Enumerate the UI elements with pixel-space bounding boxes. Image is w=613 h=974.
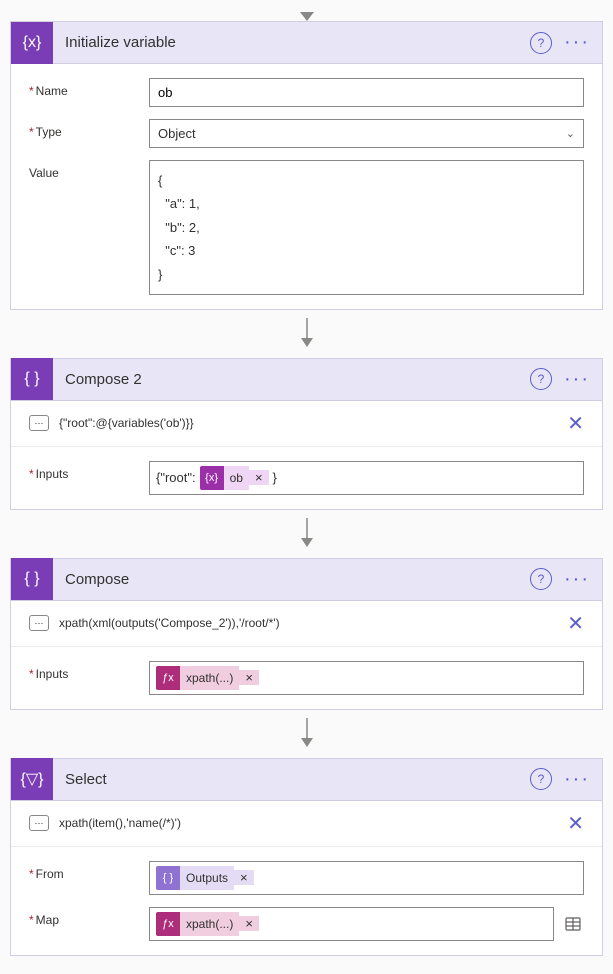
menu-icon[interactable]: ··· [564,768,590,791]
expression-peek: ⋯ {"root":@{variables('ob')}} ✕ [11,401,602,447]
expression-text: xpath(xml(outputs('Compose_2')),'/root/*… [59,616,567,630]
connector-arrow [10,318,603,348]
menu-icon[interactable]: ··· [564,31,590,54]
type-value: Object [158,126,196,141]
inputs-prefix: {"root": [156,470,196,485]
from-field[interactable]: { } Outputs × [149,861,584,895]
action-header[interactable]: {▽} Select ? ··· [11,759,602,801]
speech-icon: ⋯ [29,815,49,831]
map-field[interactable]: ƒx xpath(...) × [149,907,554,941]
type-label: Type [29,119,149,139]
action-initialize-variable: {x} Initialize variable ? ··· Name Type … [10,21,603,310]
help-icon[interactable]: ? [530,768,552,790]
chevron-down-icon: ⌄ [566,127,575,140]
variable-token-label: ob [224,466,249,490]
type-select[interactable]: Object ⌄ [149,119,584,148]
speech-icon: ⋯ [29,415,49,431]
fx-token[interactable]: ƒx xpath(...) × [156,912,259,936]
variable-token[interactable]: {x} ob × [200,466,269,490]
action-header[interactable]: {x} Initialize variable ? ··· [11,22,602,64]
fx-token[interactable]: ƒx xpath(...) × [156,666,259,690]
value-label: Value [29,160,149,180]
action-header[interactable]: { } Compose ? ··· [11,559,602,601]
fx-token-label: xpath(...) [180,666,239,690]
close-icon[interactable]: ✕ [567,811,584,836]
variable-icon: {x} [11,22,53,64]
inputs-field[interactable]: ƒx xpath(...) × [149,661,584,695]
menu-icon[interactable]: ··· [564,368,590,391]
from-label: From [29,861,149,881]
menu-icon[interactable]: ··· [564,568,590,591]
help-icon[interactable]: ? [530,568,552,590]
expression-text: {"root":@{variables('ob')}} [59,416,567,430]
inputs-label: Inputs [29,461,149,481]
outputs-token[interactable]: { } Outputs × [156,866,254,890]
expression-text: xpath(item(),'name(/*)') [59,816,567,830]
name-input[interactable] [149,78,584,107]
help-icon[interactable]: ? [530,32,552,54]
variable-token-icon: {x} [200,466,224,490]
value-textarea[interactable]: { "a": 1, "b": 2, "c": 3 } [149,160,584,295]
outputs-token-icon: { } [156,866,180,890]
action-compose: { } Compose ? ··· ⋯ xpath(xml(outputs('C… [10,558,603,710]
inputs-field[interactable]: {"root": {x} ob × } [149,461,584,495]
expression-peek: ⋯ xpath(item(),'name(/*)') ✕ [11,801,602,847]
action-title: Compose 2 [53,371,530,388]
action-title: Compose [53,571,530,588]
map-label: Map [29,907,149,927]
connector-arrow [10,718,603,748]
speech-icon: ⋯ [29,615,49,631]
connector-arrow [10,518,603,548]
fx-icon: ƒx [156,912,180,936]
fx-icon: ƒx [156,666,180,690]
action-compose-2: { } Compose 2 ? ··· ⋯ {"root":@{variable… [10,358,603,510]
action-title: Select [53,771,530,788]
action-select: {▽} Select ? ··· ⋯ xpath(item(),'name(/*… [10,758,603,956]
close-icon[interactable]: ✕ [567,411,584,436]
help-icon[interactable]: ? [530,368,552,390]
token-remove-icon[interactable]: × [249,470,269,485]
inputs-label: Inputs [29,661,149,681]
map-mode-toggle-icon[interactable] [562,913,584,935]
action-title: Initialize variable [53,34,530,51]
token-remove-icon[interactable]: × [234,870,254,885]
action-header[interactable]: { } Compose 2 ? ··· [11,359,602,401]
close-icon[interactable]: ✕ [567,611,584,636]
token-remove-icon[interactable]: × [239,916,259,931]
name-label: Name [29,78,149,98]
select-icon: {▽} [11,758,53,800]
compose-icon: { } [11,558,53,600]
fx-token-label: xpath(...) [180,912,239,936]
expression-peek: ⋯ xpath(xml(outputs('Compose_2')),'/root… [11,601,602,647]
token-remove-icon[interactable]: × [239,670,259,685]
inputs-suffix: } [273,470,277,485]
outputs-token-label: Outputs [180,866,234,890]
compose-icon: { } [11,358,53,400]
